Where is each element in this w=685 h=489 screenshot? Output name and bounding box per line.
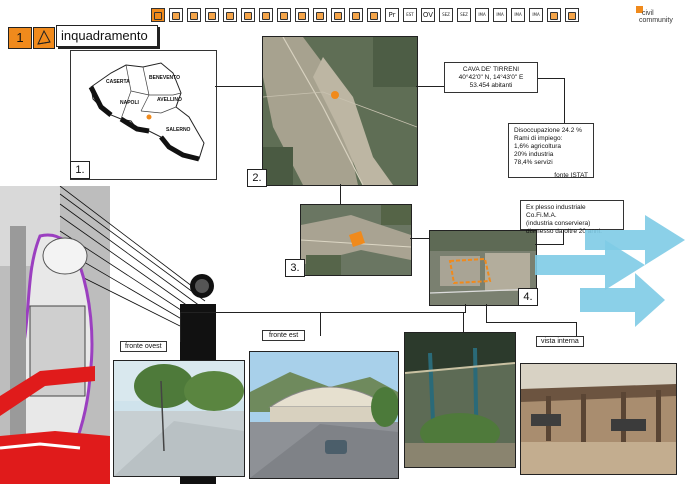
ima3-icon[interactable]: IMA [511,8,525,22]
connector-line [564,78,565,123]
photo-fronte-est [249,351,399,479]
brand-line2: community [639,17,673,24]
connector-line [180,312,181,342]
sun-icon-glyph [280,12,288,20]
satellite-image-2 [262,36,418,186]
stats-unemployment: Disoccupazione 24.2 % [514,127,582,134]
map-label-caserta: CASERTA [106,79,130,85]
brand-logo: civil community [636,6,684,26]
book-icon-glyph [568,12,576,20]
town-coords: 40°42'0" N, 14°43'0" E [458,74,524,81]
connector-line [416,86,446,87]
label-vista-interna: vista interna [536,336,584,347]
photo-fronte-ovest [113,360,245,477]
map-label-benevento: BENEVENTO [149,75,181,81]
stats-box: Disoccupazione 24.2 % Rami di impiego: 1… [508,123,594,179]
connector-line [576,322,577,336]
sun-icon[interactable] [277,8,291,22]
region-map: CASERTA BENEVENTO NAPOLI AVELLINO SALERN… [70,50,217,180]
tool-icon[interactable] [223,8,237,22]
network-icon-glyph [244,12,252,20]
est-icon[interactable]: EST [403,8,417,22]
ovest-icon[interactable]: OV [421,8,435,22]
connector-line [486,322,576,323]
satellite-image-3 [300,204,412,276]
stats-employment-title: Rami di impiego: [514,135,563,142]
layers-icon[interactable] [169,8,183,22]
book-icon[interactable] [565,8,579,22]
satellite-number-2: 2. [247,169,267,187]
stats-services: 78,4% servizi [514,159,553,166]
map-label-salerno: SALERNO [166,127,191,133]
leaf-icon[interactable] [367,8,381,22]
chart-icon[interactable] [187,8,201,22]
sez-alt-icon[interactable]: SEZ [457,8,471,22]
stairs-icon-glyph [334,12,342,20]
brand-line1: civil [642,10,654,17]
section-icon [33,27,55,49]
connector-line [320,312,321,336]
leaf-icon-glyph [370,12,378,20]
connector-line [410,238,430,239]
town-name: CAVA DE' TIRRENI [462,66,520,73]
ima1-icon[interactable]: IMA [475,8,489,22]
pr-icon[interactable]: Pr [385,8,399,22]
stats-industry: 20% industria [514,151,554,158]
sez-icon[interactable]: SEZ [439,8,453,22]
person-icon-glyph [262,12,270,20]
section-number: 1 [16,30,24,45]
direction-arrows [535,210,685,335]
connector-line [180,312,465,313]
folder-icon-glyph [298,12,306,20]
connector-line [215,86,263,87]
plan-icon[interactable] [547,8,561,22]
section-number-box: 1 [8,27,32,49]
map-label-napoli: NAPOLI [120,100,139,106]
stats-agriculture: 1,6% agricoltura [514,143,561,150]
network-icon[interactable] [241,8,255,22]
section-title: inquadramento [56,25,158,47]
town-population: 53.454 abitanti [469,82,513,89]
connector-line [465,304,466,313]
satellite-number-3: 3. [285,259,305,277]
connector-line [538,78,564,79]
connector-line [463,312,464,332]
town-info-box: CAVA DE' TIRRENI 40°42'0" N, 14°43'0" E … [444,62,538,93]
plan-icon-glyph [550,12,558,20]
chart-icon-glyph [190,12,198,20]
photo-interno-1 [404,332,516,468]
walk-icon[interactable] [205,8,219,22]
stairs-icon[interactable] [331,8,345,22]
crane-icon-glyph [316,12,324,20]
grid-icon[interactable] [349,8,363,22]
map-number: 1. [70,161,90,179]
connector-line [486,304,487,322]
crane-icon[interactable] [313,8,327,22]
ima4-icon[interactable]: IMA [529,8,543,22]
grid-icon-glyph [352,12,360,20]
ima2-icon[interactable]: IMA [493,8,507,22]
photo-vista-interna [520,363,677,475]
label-fronte-est: fronte est [262,330,306,341]
layers-icon-glyph [172,12,180,20]
stats-source: fonte ISTAT [554,172,588,179]
label-fronte-ovest: fronte ovest [120,341,167,352]
overview-icon-glyph [154,12,162,20]
walk-icon-glyph [208,12,216,20]
map-label-avellino: AVELLINO [157,97,182,103]
overview-icon[interactable] [151,8,165,22]
connector-line [340,184,341,205]
person-icon[interactable] [259,8,273,22]
tool-icon-glyph [226,12,234,20]
folder-icon[interactable] [295,8,309,22]
